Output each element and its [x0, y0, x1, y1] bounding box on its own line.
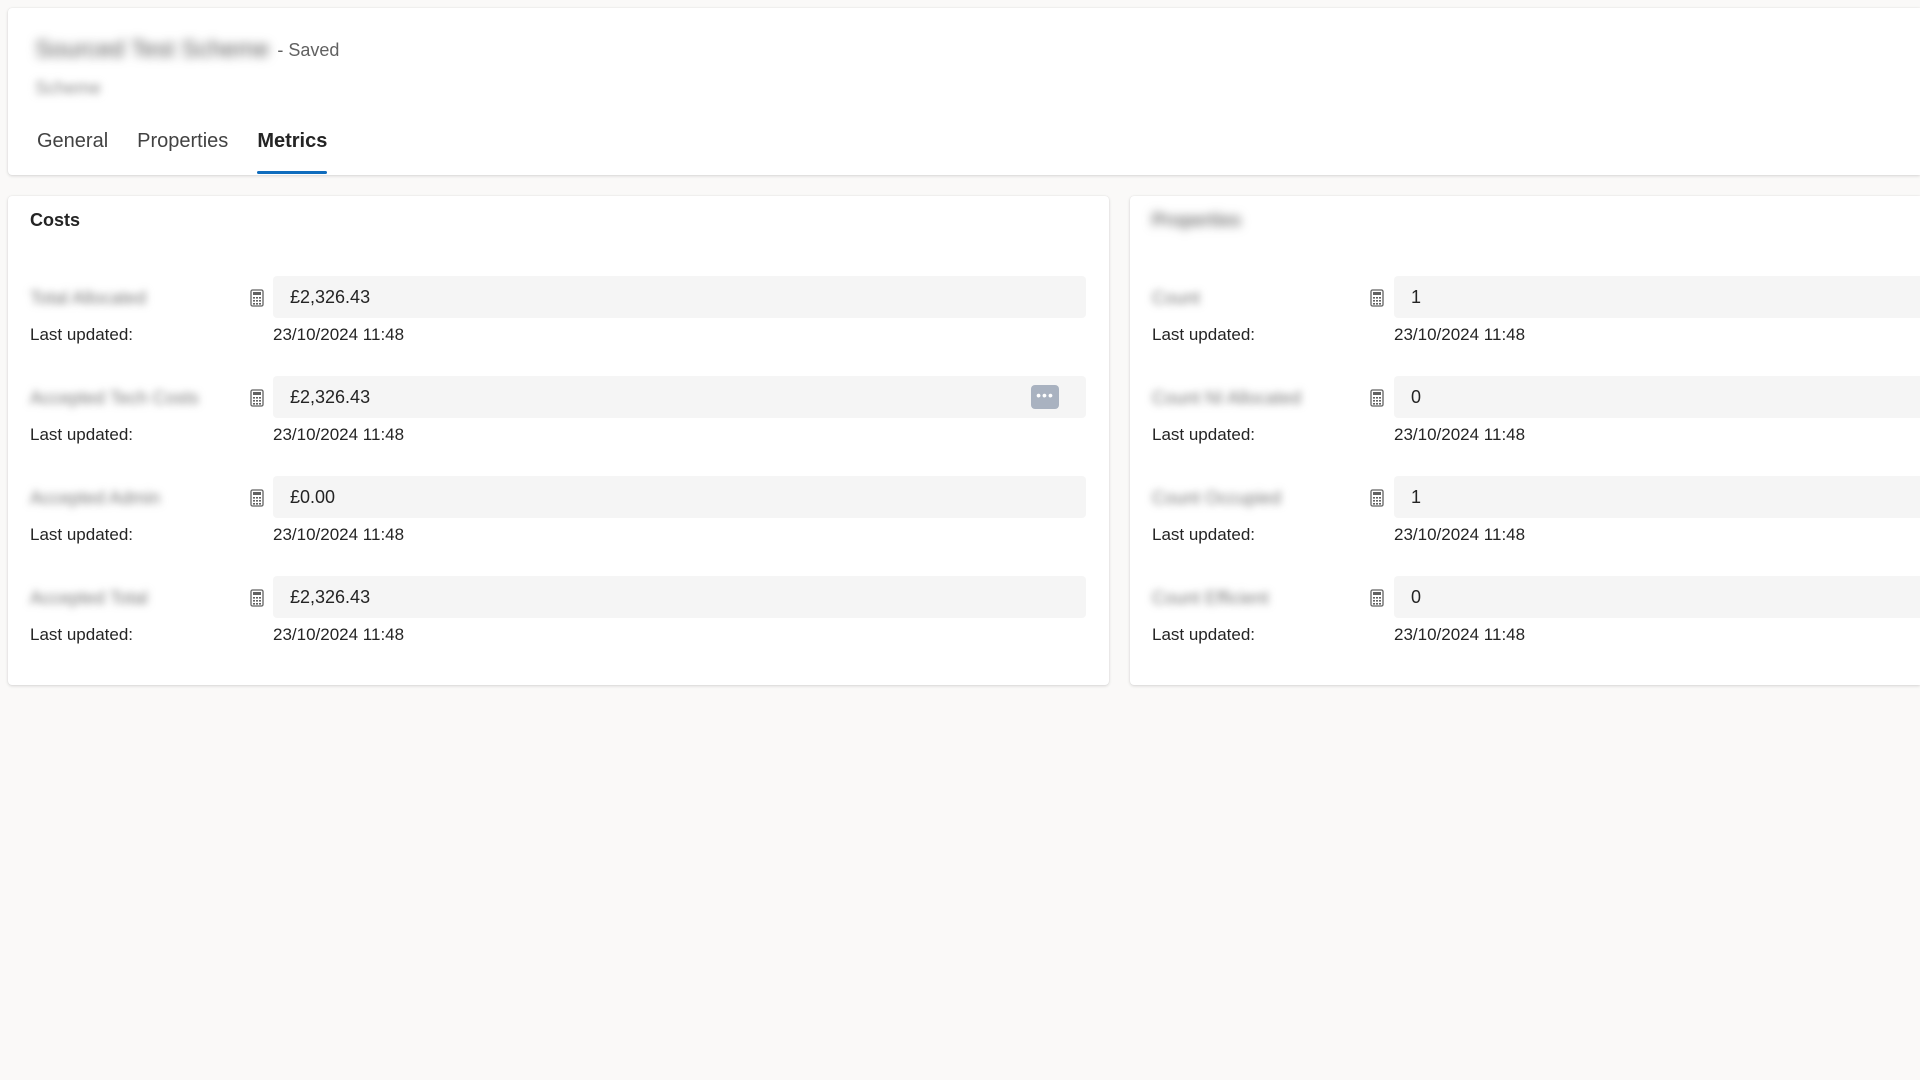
metric-value-field[interactable]: £2,326.43 — [273, 576, 1086, 618]
tab-general[interactable]: General — [37, 126, 108, 174]
metric-value-field[interactable]: 0 — [1394, 376, 1920, 418]
save-status: - Saved — [277, 39, 340, 60]
last-updated-value: 23/10/2024 11:48 — [273, 525, 405, 544]
last-updated-label: Last updated: — [1152, 625, 1256, 644]
metric-label: Accepted Total — [30, 588, 148, 608]
metric-row: Count Occupied 1 Last updated: 23/10/202… — [1130, 476, 1920, 558]
last-updated-value: 23/10/2024 11:48 — [1394, 325, 1526, 344]
last-updated-value: 23/10/2024 11:48 — [1394, 525, 1526, 544]
metric-value-field[interactable]: £2,326.43 ••• — [273, 376, 1086, 418]
last-updated-label: Last updated: — [1152, 325, 1256, 344]
title-row: Sourced Test Scheme - Saved — [35, 36, 339, 64]
last-updated-label: Last updated: — [30, 325, 134, 344]
last-updated-value: 23/10/2024 11:48 — [273, 625, 405, 644]
metric-value-field[interactable]: £2,326.43 — [273, 276, 1086, 318]
tab-metrics[interactable]: Metrics — [257, 126, 328, 174]
calculator-icon — [250, 389, 264, 407]
tab-list: General Properties Metrics — [37, 126, 356, 174]
metric-value-field[interactable]: 1 — [1394, 476, 1920, 518]
last-updated-label: Last updated: — [1152, 525, 1256, 544]
metric-value: £2,326.43 — [290, 387, 371, 407]
properties-section-title: Properties — [1152, 210, 1242, 230]
last-updated-label: Last updated: — [30, 425, 134, 444]
calculator-icon — [1370, 289, 1384, 307]
metric-label: Total Allocated — [30, 288, 147, 308]
metric-label: Count NI Allocated — [1152, 388, 1302, 408]
more-icon: ••• — [1036, 387, 1054, 403]
last-updated-value: 23/10/2024 11:48 — [273, 425, 405, 444]
last-updated-value: 23/10/2024 11:48 — [1394, 425, 1526, 444]
calculator-icon — [1370, 589, 1384, 607]
properties-card: Properties Count 1 Last updated: 23/10/2… — [1130, 196, 1920, 685]
metric-value-field[interactable]: 1 — [1394, 276, 1920, 318]
last-updated-value: 23/10/2024 11:48 — [1394, 625, 1526, 644]
record-title: Sourced Test Scheme — [35, 36, 270, 63]
record-subtitle: Scheme — [35, 78, 102, 98]
calculator-icon — [1370, 489, 1384, 507]
last-updated-label: Last updated: — [30, 525, 134, 544]
last-updated-label: Last updated: — [30, 625, 134, 644]
metric-row: Total Allocated £2,326.43 Last updated: … — [8, 276, 1109, 358]
metric-row: Count Efficient 0 Last updated: 23/10/20… — [1130, 576, 1920, 658]
metric-row: Count NI Allocated 0 Last updated: 23/10… — [1130, 376, 1920, 458]
record-header: Sourced Test Scheme - Saved Scheme Gener… — [8, 8, 1920, 175]
last-updated-value: 23/10/2024 11:48 — [273, 325, 405, 344]
metric-row: Accepted Admin £0.00 Last updated: 23/10… — [8, 476, 1109, 558]
calculator-icon — [250, 489, 264, 507]
metric-label: Count Occupied — [1152, 488, 1282, 508]
metric-row: Accepted Total £2,326.43 Last updated: 2… — [8, 576, 1109, 658]
calculator-icon — [250, 289, 264, 307]
metric-row: Accepted Tech Costs £2,326.43 ••• Last u… — [8, 376, 1109, 458]
tab-properties[interactable]: Properties — [137, 126, 228, 174]
metric-value-field[interactable]: £0.00 — [273, 476, 1086, 518]
metric-value-field[interactable]: 0 — [1394, 576, 1920, 618]
metric-label: Accepted Admin — [30, 488, 161, 508]
more-options-button[interactable]: ••• — [1031, 385, 1059, 409]
costs-card: Costs Total Allocated £2,326.43 Last upd… — [8, 196, 1109, 685]
metric-label: Count — [1152, 288, 1201, 308]
calculator-icon — [1370, 389, 1384, 407]
calculator-icon — [250, 589, 264, 607]
metric-label: Count Efficient — [1152, 588, 1269, 608]
metric-row: Count 1 Last updated: 23/10/2024 11:48 — [1130, 276, 1920, 358]
costs-section-title: Costs — [30, 210, 81, 230]
metric-label: Accepted Tech Costs — [30, 388, 199, 408]
last-updated-label: Last updated: — [1152, 425, 1256, 444]
